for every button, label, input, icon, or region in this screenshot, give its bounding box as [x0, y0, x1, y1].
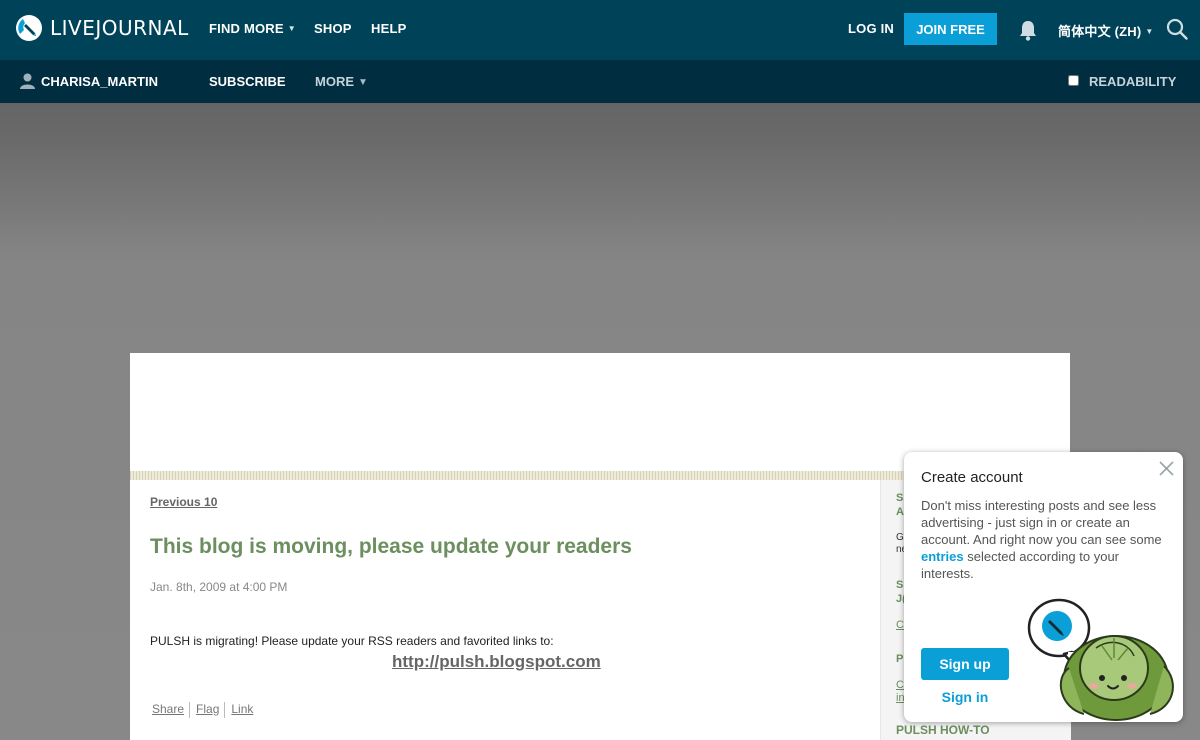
journal-username-link[interactable]: CHARISA_MARTIN	[41, 74, 158, 89]
sign-in-link[interactable]: Sign in	[921, 689, 1009, 705]
popup-title: Create account	[921, 469, 1023, 486]
permalink-link[interactable]: Link	[229, 702, 258, 718]
nav-find-more-label: FIND MORE	[209, 21, 284, 36]
post-title[interactable]: This blog is moving, please update your …	[150, 535, 632, 559]
post-date: Jan. 8th, 2009 at 4:00 PM	[150, 580, 288, 594]
sidebar-link[interactable]: C	[896, 618, 904, 632]
share-link[interactable]: Share	[150, 702, 191, 718]
post-actions: Share Flag Link	[150, 702, 262, 718]
previous-10-link[interactable]: Previous 10	[150, 495, 217, 509]
livejournal-logo[interactable]: LIVEJOURNAL	[15, 14, 189, 42]
sidebar-heading-fragment: A	[896, 506, 904, 518]
sidebar-heading-fragment: P	[896, 653, 904, 665]
nav-find-more[interactable]: FIND MORE ▼	[209, 21, 296, 36]
livejournal-logo-icon	[16, 15, 42, 41]
chevron-down-icon: ▼	[287, 24, 296, 33]
chevron-down-icon: ▼	[358, 77, 368, 88]
more-menu[interactable]: MORE ▼	[315, 74, 368, 89]
sidebar-heading-fragment: S	[896, 492, 904, 504]
logo-text: LIVEJOURNAL	[50, 16, 189, 40]
sign-up-button[interactable]: Sign up	[921, 648, 1009, 680]
entries-column: Previous 10 This blog is moving, please …	[130, 480, 880, 740]
nav-help[interactable]: HELP	[371, 21, 406, 36]
sidebar-heading-fragment: S	[896, 579, 904, 591]
more-menu-label: MORE	[315, 74, 354, 89]
login-link[interactable]: LOG IN	[848, 21, 894, 36]
user-icon	[20, 73, 35, 89]
subscribe-button[interactable]: SUBSCRIBE	[209, 74, 286, 89]
close-icon[interactable]	[1158, 460, 1175, 477]
entries-link[interactable]: entries	[921, 549, 964, 564]
join-free-button[interactable]: JOIN FREE	[904, 13, 997, 45]
sidebar-heading-pulsh-how-to: PULSH HOW-TO	[896, 723, 990, 737]
post-body: PULSH is migrating! Please update your R…	[150, 634, 554, 648]
readability-checkbox[interactable]	[1068, 75, 1079, 86]
cabbage-mascot-icon	[1027, 598, 1174, 721]
readability-label: READABILITY	[1089, 74, 1177, 89]
flag-link[interactable]: Flag	[194, 702, 226, 718]
journal-navigation-bar: CHARISA_MARTIN SUBSCRIBE MORE ▼ READABILI…	[0, 60, 1200, 103]
top-navigation-bar: LIVEJOURNAL FIND MORE ▼ SHOP HELP LOG IN …	[0, 0, 1200, 60]
sidebar-link[interactable]: C	[896, 678, 904, 692]
chevron-down-icon: ▼	[1145, 27, 1154, 36]
search-icon[interactable]	[1166, 18, 1188, 40]
popup-text-part: Don't miss interesting posts and see les…	[921, 498, 1162, 547]
notification-bell-icon[interactable]	[1018, 19, 1038, 41]
blog-url-link[interactable]: http://pulsh.blogspot.com	[392, 652, 601, 672]
language-selector[interactable]: 简体中文 (ZH) ▼	[1058, 21, 1154, 40]
nav-shop[interactable]: SHOP	[314, 21, 352, 36]
popup-description: Don't miss interesting posts and see les…	[921, 497, 1166, 582]
create-account-popup: Create account Don't miss interesting po…	[904, 452, 1183, 722]
language-label: 简体中文 (ZH)	[1058, 24, 1142, 39]
